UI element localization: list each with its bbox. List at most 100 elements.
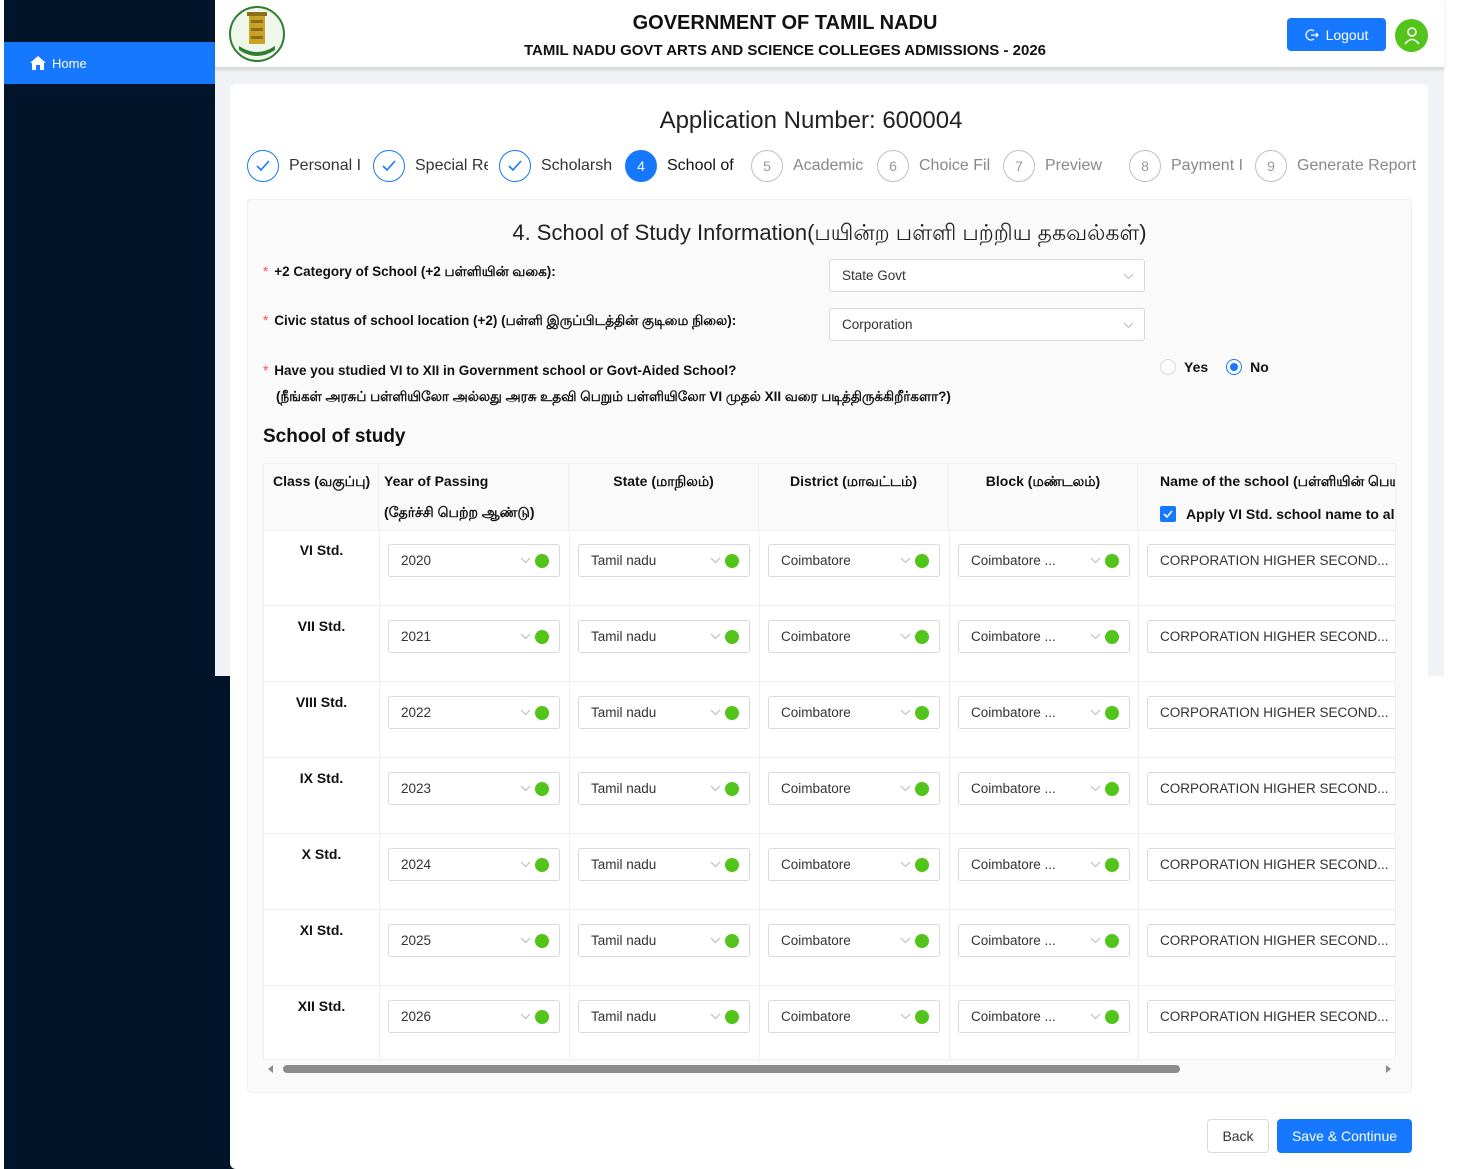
column-divider [759,531,760,1059]
year-select[interactable]: 2024 [388,848,560,881]
step-label: School of [667,157,734,174]
apply-all-label: Apply VI Std. school name to all [1186,506,1396,522]
scroll-left-icon[interactable] [268,1065,273,1073]
school-name-input[interactable]: CORPORATION HIGHER SECOND... [1147,772,1395,805]
step-7[interactable]: 7 Preview [1003,149,1119,183]
school-name-input[interactable]: CORPORATION HIGHER SECOND... [1147,848,1395,881]
state-select[interactable]: Tamil nadu [578,848,750,881]
civic-status-select[interactable]: Corporation [829,308,1145,341]
district-select[interactable]: Coimbatore [768,696,940,729]
radio-yes[interactable] [1160,359,1176,375]
step-9[interactable]: 9 Generate Report [1255,149,1420,183]
step-5[interactable]: 5 Academic [751,149,867,183]
district-select[interactable]: Coimbatore [768,924,940,957]
block-select[interactable]: Coimbatore ... [958,772,1130,805]
radio-no-label: No [1250,359,1269,375]
horizontal-scrollbar[interactable] [263,1061,1396,1077]
step-label: Special Re [415,157,488,174]
user-avatar[interactable] [1395,19,1428,52]
step-number: 4 [625,150,657,182]
required-marker: * [263,363,269,378]
school-name-input[interactable]: CORPORATION HIGHER SECOND... [1147,620,1395,653]
district-select[interactable]: Coimbatore [768,544,940,577]
column-divider [569,531,570,1059]
year-select[interactable]: 2025 [388,924,560,957]
chevron-down-icon [520,557,531,564]
chevron-down-icon [520,937,531,944]
row-divider [264,833,1395,834]
school-name-input[interactable]: CORPORATION HIGHER SECOND... [1147,924,1395,957]
scroll-right-icon[interactable] [1386,1065,1391,1073]
category-select[interactable]: State Govt [829,259,1145,292]
column-divider [949,531,950,1059]
chevron-down-icon [900,861,911,868]
header-year: Year of Passing (தேர்ச்சி பெற்ற ஆண்டு) [379,464,569,531]
year-select[interactable]: 2022 [388,696,560,729]
check-icon [499,150,531,182]
check-circle-icon [725,858,739,872]
chevron-down-icon [710,633,721,640]
check-icon [247,150,279,182]
block-select[interactable]: Coimbatore ... [958,924,1130,957]
check-circle-icon [725,1010,739,1024]
chevron-down-icon [900,785,911,792]
civic-status-label: * Civic status of school location (+2) (ப… [263,313,737,328]
state-select[interactable]: Tamil nadu [578,924,750,957]
chevron-down-icon [710,1013,721,1020]
chevron-down-icon [900,709,911,716]
block-select[interactable]: Coimbatore ... [958,620,1130,653]
step-1[interactable]: Personal I [247,149,363,183]
district-select[interactable]: Coimbatore [768,620,940,653]
state-select[interactable]: Tamil nadu [578,772,750,805]
apply-all-checkbox[interactable] [1160,506,1176,522]
year-select[interactable]: 2023 [388,772,560,805]
year-select[interactable]: 2020 [388,544,560,577]
step-label: Payment I [1171,157,1244,174]
block-select[interactable]: Coimbatore ... [958,848,1130,881]
sidebar-item-home[interactable]: Home [4,42,215,84]
column-divider [379,531,380,1059]
govt-school-question: * Have you studied VI to XII in Governmen… [263,363,737,378]
header-school: Name of the school (பள்ளியின் பெயர்) App… [1138,464,1396,531]
logout-button[interactable]: Logout [1287,18,1386,51]
step-8[interactable]: 8 Payment I [1129,149,1245,183]
chevron-down-icon [900,937,911,944]
step-label: Generate Report [1297,157,1417,174]
radio-no[interactable] [1226,359,1243,375]
column-divider [1138,531,1139,1059]
save-continue-button[interactable]: Save & Continue [1277,1119,1412,1153]
state-select[interactable]: Tamil nadu [578,696,750,729]
school-name-input[interactable]: CORPORATION HIGHER SECOND... [1147,1000,1395,1033]
district-select[interactable]: Coimbatore [768,848,940,881]
step-3[interactable]: Scholarsh [499,149,615,183]
state-select[interactable]: Tamil nadu [578,620,750,653]
check-circle-icon [535,858,549,872]
year-select[interactable]: 2021 [388,620,560,653]
check-circle-icon [915,554,929,568]
step-2[interactable]: Special Re [373,149,488,183]
step-4[interactable]: 4 School of [625,149,741,183]
district-select[interactable]: Coimbatore [768,772,940,805]
check-icon [373,150,405,182]
block-select[interactable]: Coimbatore ... [958,696,1130,729]
check-circle-icon [725,934,739,948]
table-row-class: IX Std. [299,770,344,786]
block-select[interactable]: Coimbatore ... [958,1000,1130,1033]
state-select[interactable]: Tamil nadu [578,1000,750,1033]
home-icon [30,56,46,70]
district-select[interactable]: Coimbatore [768,1000,940,1033]
back-button[interactable]: Back [1207,1119,1269,1153]
step-6[interactable]: 6 Choice Fil [877,149,993,183]
year-select[interactable]: 2026 [388,1000,560,1033]
chevron-down-icon [710,937,721,944]
chevron-down-icon [1123,273,1134,279]
check-circle-icon [1105,858,1119,872]
scroll-thumb[interactable] [283,1065,1180,1073]
user-icon [1403,26,1420,45]
check-circle-icon [1105,782,1119,796]
school-name-input[interactable]: CORPORATION HIGHER SECOND... [1147,696,1395,729]
check-circle-icon [725,782,739,796]
school-name-input[interactable]: CORPORATION HIGHER SECOND... [1147,544,1395,577]
block-select[interactable]: Coimbatore ... [958,544,1130,577]
state-select[interactable]: Tamil nadu [578,544,750,577]
